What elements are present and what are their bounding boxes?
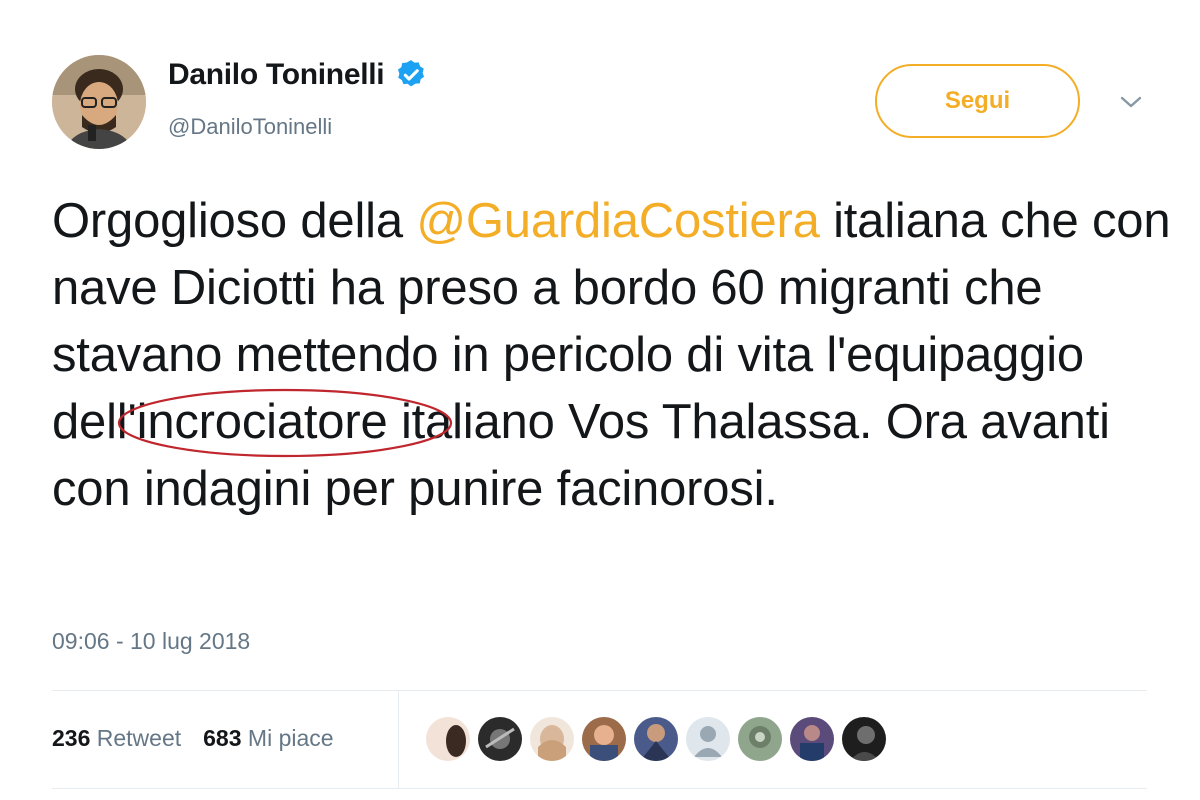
circled-word: incrociatore xyxy=(117,388,452,458)
stats-divider xyxy=(398,690,399,788)
chevron-down-icon[interactable] xyxy=(1118,92,1144,112)
liker-avatar[interactable] xyxy=(425,716,471,762)
liker-avatar[interactable] xyxy=(581,716,627,762)
retweet-stat[interactable]: 236 Retweet xyxy=(52,725,181,752)
likers-avatars xyxy=(425,716,887,762)
liker-avatar[interactable] xyxy=(685,716,731,762)
mention-link[interactable]: @GuardiaCostiera xyxy=(416,194,820,248)
liker-avatar[interactable] xyxy=(633,716,679,762)
author-name-row[interactable]: Danilo Toninelli xyxy=(168,58,428,92)
tweet-timestamp[interactable]: 09:06 - 10 lug 2018 xyxy=(52,628,250,655)
tweet-stats: 236 Retweet 683 Mi piace xyxy=(52,725,334,752)
like-count: 683 xyxy=(203,725,242,751)
follow-button[interactable]: Segui xyxy=(875,64,1080,138)
tweet-text: Orgoglioso della @GuardiaCostiera italia… xyxy=(52,188,1172,523)
liker-avatar[interactable] xyxy=(841,716,887,762)
author-avatar[interactable] xyxy=(52,55,146,149)
divider-top xyxy=(52,690,1147,691)
liker-avatar[interactable] xyxy=(737,716,783,762)
tweet-text-part1: Orgoglioso della xyxy=(52,194,417,248)
retweet-label: Retweet xyxy=(96,725,182,751)
liker-avatar[interactable] xyxy=(789,716,835,762)
liker-avatar[interactable] xyxy=(529,716,575,762)
verified-badge-icon xyxy=(398,60,425,87)
liker-avatar[interactable] xyxy=(477,716,523,762)
like-stat[interactable]: 683 Mi piace xyxy=(203,725,333,752)
divider-bottom xyxy=(52,788,1147,789)
author-name[interactable]: Danilo Toninelli xyxy=(168,58,385,92)
like-label: Mi piace xyxy=(247,725,334,751)
circled-word-text: incrociatore xyxy=(136,395,388,449)
retweet-count: 236 xyxy=(52,725,91,751)
author-handle[interactable]: @DaniloToninelli xyxy=(168,114,332,140)
